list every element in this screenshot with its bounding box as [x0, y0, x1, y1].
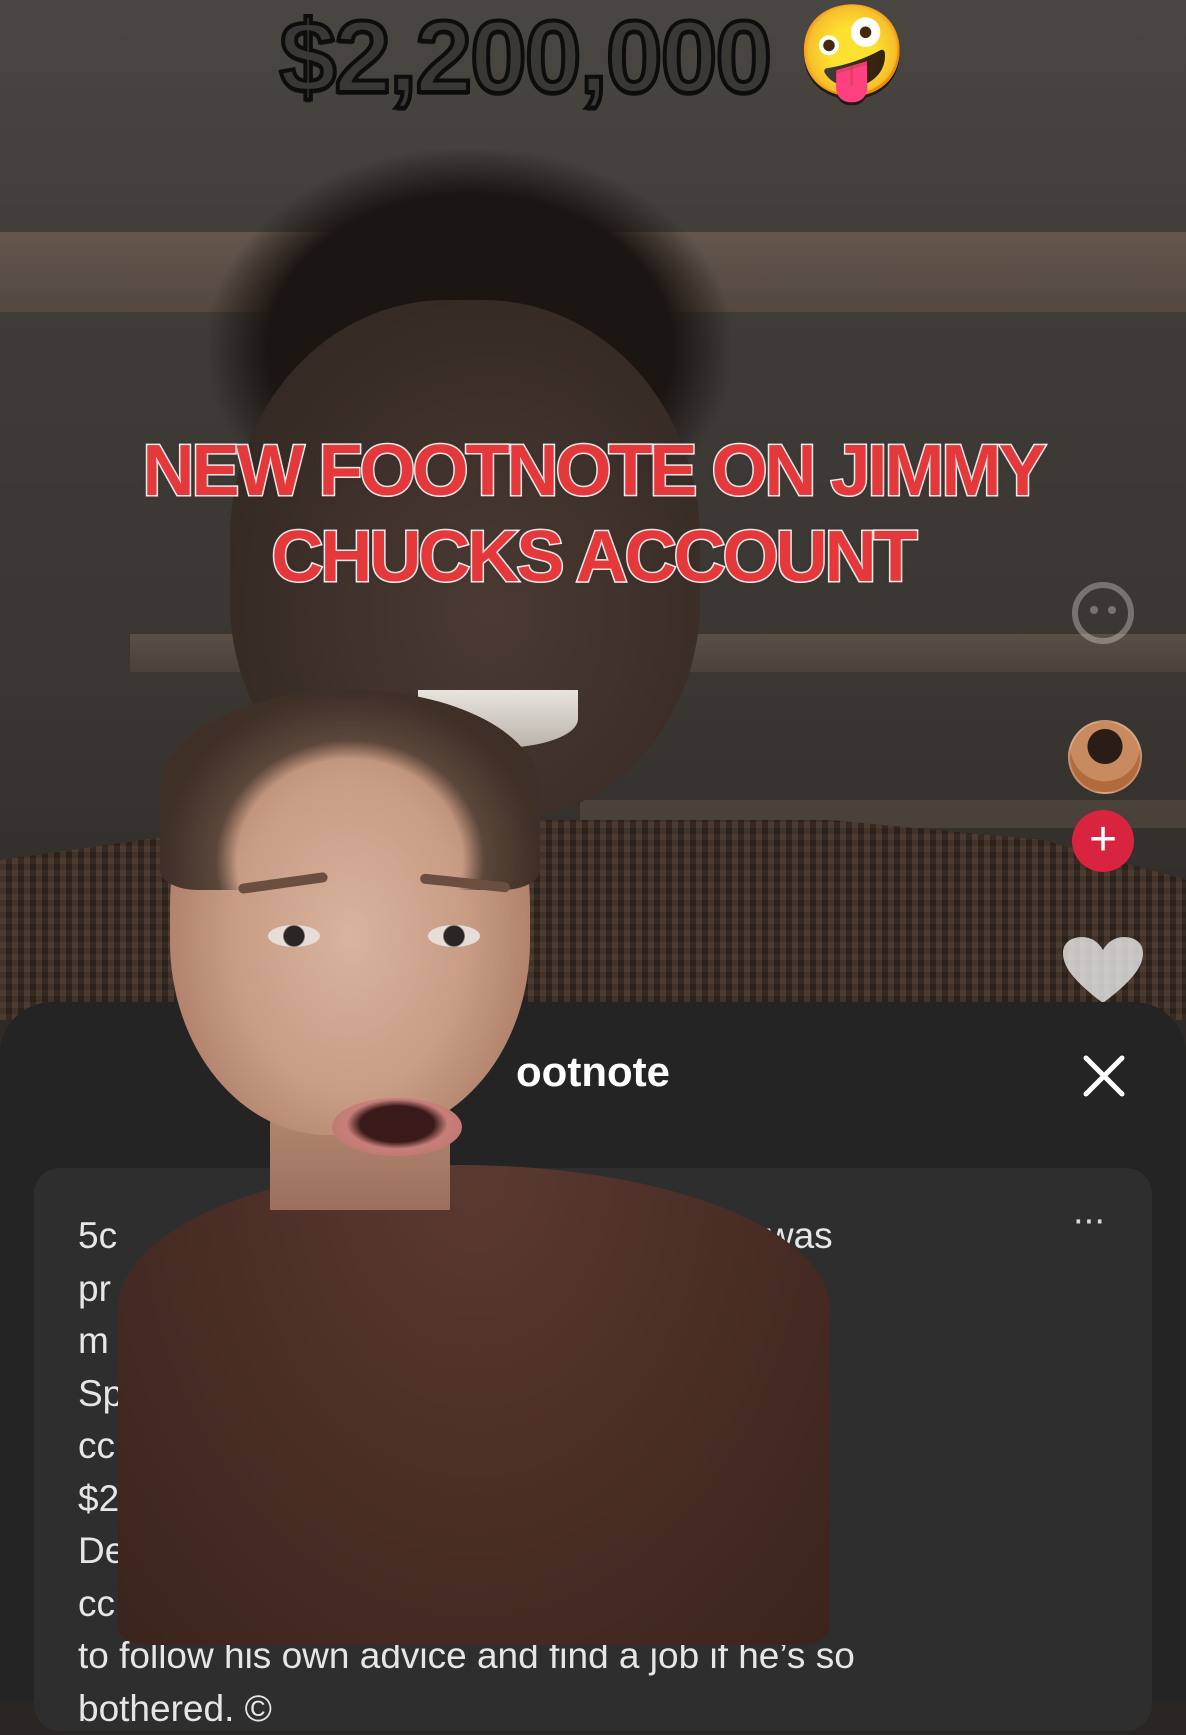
more-options-button[interactable]: ···	[1066, 1215, 1110, 1235]
top-caption: $2,200,000 🤪	[0, 0, 1186, 109]
heart-icon[interactable]	[1060, 935, 1146, 1005]
top-caption-text: $2,200,000	[280, 0, 771, 114]
smiley-icon[interactable]	[1068, 578, 1138, 648]
foreground-person-shirt	[118, 1165, 830, 1645]
zany-face-emoji: 🤪	[796, 2, 906, 102]
heart-icon-svg	[1061, 935, 1145, 1005]
foreground-person-hair	[160, 690, 540, 890]
smiley-icon-svg	[1070, 580, 1136, 646]
footnote-line: bothered. ©	[78, 1683, 1038, 1735]
right-eye	[428, 925, 480, 947]
follow-button[interactable]: +	[1072, 810, 1134, 872]
creator-avatar[interactable]	[1068, 720, 1142, 794]
panel-title: ootnote	[0, 1048, 1186, 1096]
foreground-person-mouth	[332, 1098, 462, 1156]
headline-overlay: NEW FOOTNOTE ON JIMMY CHUCKS ACCOUNT	[40, 428, 1146, 600]
close-button[interactable]	[1078, 1050, 1130, 1102]
close-icon	[1078, 1050, 1130, 1102]
left-eye	[268, 925, 320, 947]
